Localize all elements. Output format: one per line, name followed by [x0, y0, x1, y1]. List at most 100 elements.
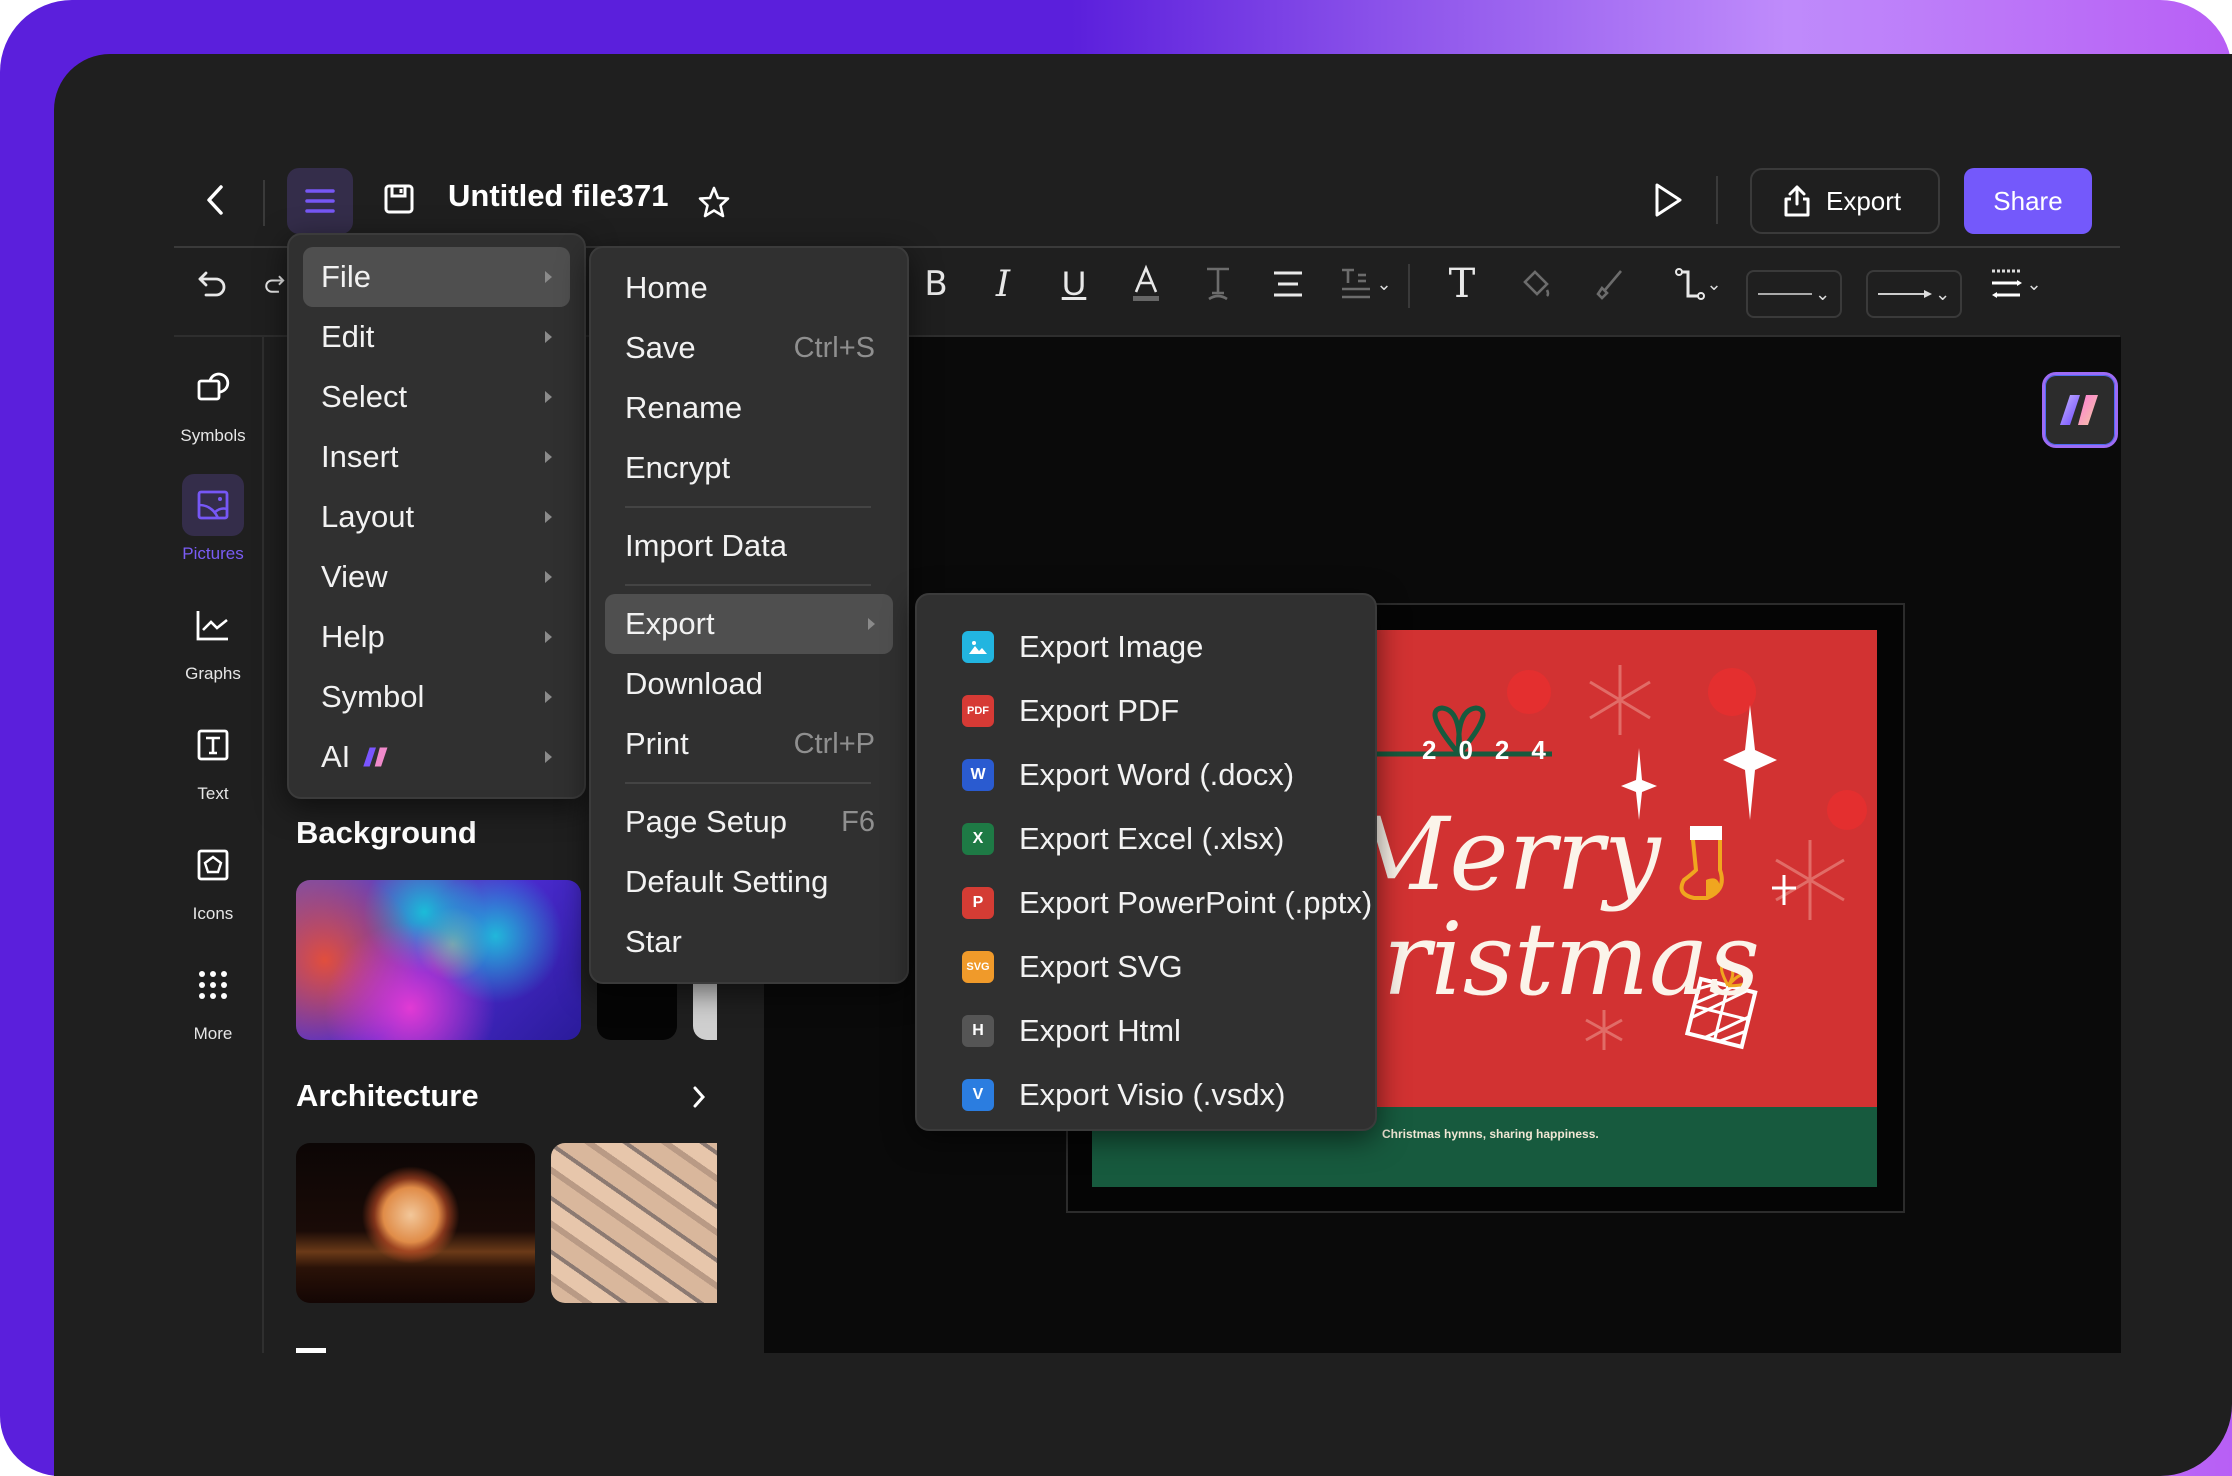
- submenu-arrow-icon: [545, 511, 552, 523]
- line-dash-button[interactable]: ⌄: [1984, 254, 2048, 314]
- export-menu-html[interactable]: H Export Html: [917, 999, 1375, 1063]
- section-title-background: Background: [296, 815, 477, 850]
- menu-item-insert[interactable]: Insert: [303, 427, 570, 487]
- architecture-thumbnail[interactable]: [296, 1143, 535, 1303]
- submenu-arrow-icon: [545, 271, 552, 283]
- submenu-arrow-icon: [868, 618, 875, 630]
- align-button[interactable]: [1270, 254, 1306, 314]
- rail-divider: [262, 337, 264, 1353]
- background-thumbnail[interactable]: [296, 880, 581, 1040]
- line-style-select[interactable]: ⌄: [1746, 270, 1842, 318]
- play-presentation-button[interactable]: [1646, 178, 1690, 222]
- file-menu-save[interactable]: Save Ctrl+S: [605, 318, 893, 378]
- ai-logo-icon: [363, 747, 388, 767]
- image-file-icon: [962, 631, 994, 663]
- architecture-see-more-button[interactable]: [686, 1080, 712, 1114]
- ai-assistant-button[interactable]: [2042, 372, 2118, 448]
- header-divider: [263, 180, 265, 226]
- export-submenu: Export Image PDF Export PDF W Export Wor…: [915, 593, 1377, 1131]
- share-button[interactable]: Share: [1964, 168, 2092, 234]
- chevron-down-icon: ⌄: [2026, 273, 2042, 294]
- brush-icon: [1596, 270, 1622, 300]
- export-menu-pdf[interactable]: PDF Export PDF: [917, 679, 1375, 743]
- bold-button[interactable]: B: [918, 254, 954, 314]
- file-menu-star[interactable]: Star: [605, 912, 893, 972]
- file-menu-default-setting[interactable]: Default Setting: [605, 852, 893, 912]
- menu-item-symbol[interactable]: Symbol: [303, 667, 570, 727]
- header-divider-right: [1716, 176, 1718, 224]
- main-menu: File Edit Select Insert Layout View Help…: [287, 233, 586, 799]
- menu-item-help[interactable]: Help: [303, 607, 570, 667]
- document-title[interactable]: Untitled file371: [448, 178, 669, 214]
- rail-item-text[interactable]: Text: [166, 714, 260, 804]
- file-menu-import-data[interactable]: Import Data: [605, 516, 893, 576]
- arrow-style-select[interactable]: ⌄: [1866, 270, 1962, 318]
- file-menu-encrypt[interactable]: Encrypt: [605, 438, 893, 498]
- menu-item-select[interactable]: Select: [303, 367, 570, 427]
- menu-separator: [625, 506, 871, 508]
- file-menu-print[interactable]: Print Ctrl+P: [605, 714, 893, 774]
- export-button[interactable]: Export: [1750, 168, 1940, 234]
- file-menu-download[interactable]: Download: [605, 654, 893, 714]
- star-icon: [698, 186, 730, 218]
- menu-separator: [625, 782, 871, 784]
- export-button-label: Export: [1826, 185, 1902, 216]
- align-icon: [1274, 271, 1302, 297]
- export-menu-svg[interactable]: SVG Export SVG: [917, 935, 1375, 999]
- file-submenu: Home Save Ctrl+S Rename Encrypt Import Da…: [589, 246, 909, 984]
- undo-button[interactable]: [190, 254, 236, 314]
- export-menu-powerpoint[interactable]: P Export PowerPoint (.pptx): [917, 871, 1375, 935]
- save-icon: [384, 184, 414, 214]
- connector-button[interactable]: ⌄: [1668, 254, 1728, 314]
- rail-label: More: [193, 1024, 233, 1043]
- export-upload-icon: [1784, 185, 1810, 217]
- file-menu-export[interactable]: Export: [605, 594, 893, 654]
- text-tool-button[interactable]: T: [1442, 254, 1482, 314]
- undo-icon: [198, 271, 226, 297]
- italic-button[interactable]: I: [985, 254, 1021, 314]
- export-menu-excel[interactable]: X Export Excel (.xlsx): [917, 807, 1375, 871]
- menu-item-ai[interactable]: AI: [303, 727, 570, 787]
- rail-item-icons[interactable]: Icons: [166, 834, 260, 924]
- menu-item-layout[interactable]: Layout: [303, 487, 570, 547]
- brush-button[interactable]: [1592, 254, 1628, 314]
- menu-item-file[interactable]: File: [303, 247, 570, 307]
- submenu-arrow-icon: [545, 451, 552, 463]
- export-menu-visio[interactable]: V Export Visio (.vsdx): [917, 1063, 1375, 1127]
- rail-item-graphs[interactable]: Graphs: [166, 594, 260, 684]
- export-menu-word[interactable]: W Export Word (.docx): [917, 743, 1375, 807]
- file-menu-page-setup[interactable]: Page Setup F6: [605, 792, 893, 852]
- rail-item-pictures[interactable]: Pictures: [166, 474, 260, 564]
- export-menu-image[interactable]: Export Image: [917, 615, 1375, 679]
- text-icon: [197, 729, 229, 761]
- architecture-thumbnail-2[interactable]: [551, 1143, 717, 1303]
- main-menu-button[interactable]: [287, 168, 353, 234]
- underline-button[interactable]: U: [1056, 254, 1092, 314]
- text-style-button[interactable]: [1200, 254, 1236, 314]
- font-color-icon: [1133, 264, 1159, 301]
- redo-button[interactable]: [262, 254, 286, 314]
- card-title-line1: Merry: [1347, 796, 1661, 913]
- text-spacing-button[interactable]: ⌄: [1336, 254, 1396, 314]
- word-file-icon: W: [962, 759, 994, 791]
- submenu-arrow-icon: [545, 631, 552, 643]
- font-color-button[interactable]: [1126, 254, 1166, 314]
- star-button[interactable]: [694, 182, 734, 222]
- fill-button[interactable]: [1518, 254, 1554, 314]
- rail-item-more[interactable]: More: [166, 954, 260, 1044]
- file-menu-rename[interactable]: Rename: [605, 378, 893, 438]
- rail-label: Pictures: [182, 544, 244, 563]
- menu-item-edit[interactable]: Edit: [303, 307, 570, 367]
- line-style-icon: [1757, 293, 1812, 295]
- file-menu-home[interactable]: Home: [605, 258, 893, 318]
- menu-item-view[interactable]: View: [303, 547, 570, 607]
- card-tagline: Christmas hymns, sharing happiness.: [1382, 1127, 1599, 1141]
- back-button[interactable]: [195, 178, 235, 222]
- excel-file-icon: X: [962, 823, 994, 855]
- submenu-arrow-icon: [545, 571, 552, 583]
- powerpoint-file-icon: P: [962, 887, 994, 919]
- save-button[interactable]: [380, 180, 418, 218]
- rail-item-symbols[interactable]: Symbols: [166, 356, 260, 446]
- fill-bucket-icon: [1523, 270, 1550, 297]
- chevron-right-icon: [693, 1086, 706, 1108]
